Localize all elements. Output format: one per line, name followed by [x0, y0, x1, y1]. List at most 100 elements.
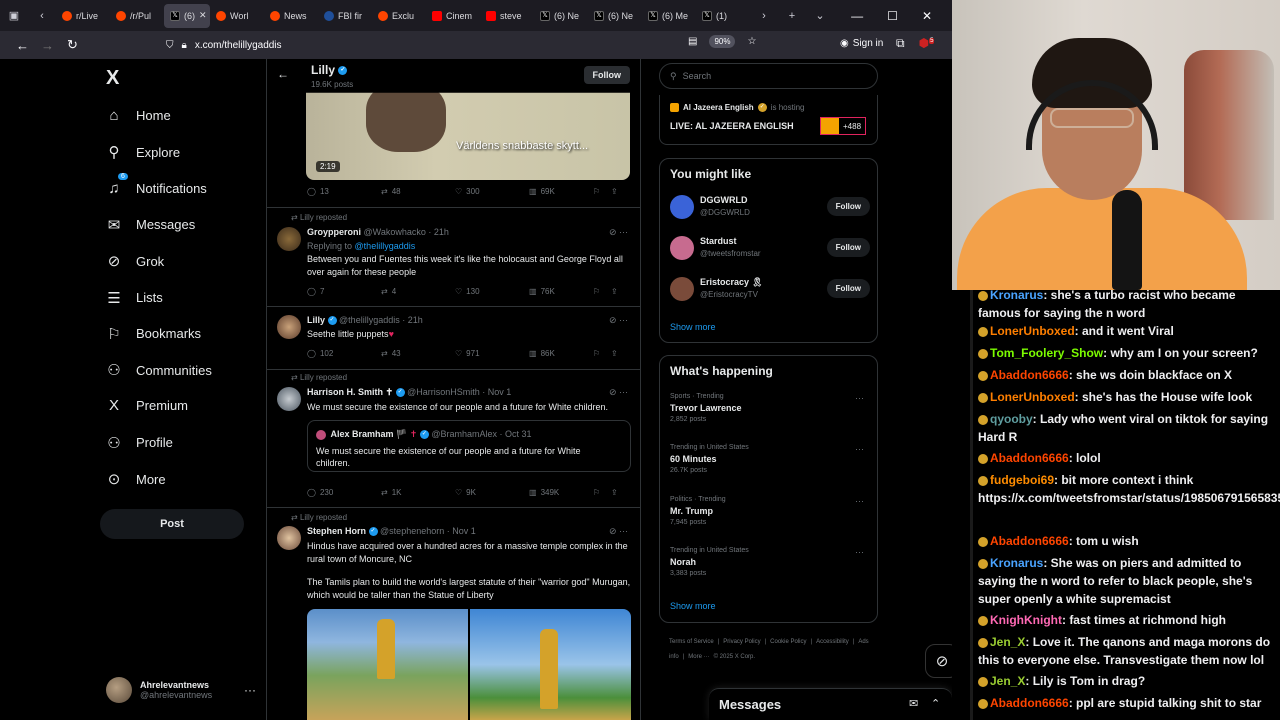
follow-button[interactable]: Follow [826, 197, 870, 216]
search-input[interactable]: ⚲ Search [659, 63, 878, 89]
scroll-tabs-left-icon[interactable]: ‹ [28, 10, 56, 22]
chat-username[interactable]: LonerUnboxed [990, 390, 1075, 404]
like-action[interactable]: ♡ 9K [455, 488, 529, 497]
statue-image[interactable] [470, 609, 631, 720]
scroll-tabs-right-icon[interactable]: › [750, 10, 778, 22]
url-bar[interactable]: ⛉ 🔒︎ x.com/thelillygaddis [160, 34, 760, 56]
more-dots-icon[interactable]: ··· [855, 547, 864, 557]
browser-tab[interactable]: Cinem [426, 4, 480, 28]
nav-item-home[interactable]: ⌂ Home [106, 107, 170, 124]
tweet-more-icon[interactable]: ⊘ ··· [609, 315, 628, 326]
avatar[interactable] [670, 195, 694, 219]
avatar[interactable] [277, 227, 301, 251]
avatar[interactable] [277, 315, 301, 339]
chat-username[interactable]: LonerUnboxed [990, 324, 1075, 338]
nav-item-more[interactable]: ⊙ More [106, 470, 166, 488]
trend-item[interactable]: Trending in United States 60 Minutes 26.7K… [670, 444, 870, 474]
chat-username[interactable]: fudgeboi69 [990, 473, 1054, 487]
bookmark-icon[interactable]: ⚐ [593, 287, 611, 296]
tweet-more-icon[interactable]: ⊘ ··· [609, 387, 628, 398]
like-action[interactable]: ♡ 971 [455, 349, 529, 358]
browser-tab[interactable]: News [264, 4, 318, 28]
nav-item-premium[interactable]: X Premium [106, 397, 188, 414]
author-handle[interactable]: @stephenehorn · Nov 1 [380, 526, 476, 536]
chat-username[interactable]: qyooby [990, 412, 1033, 426]
nav-item-communities[interactable]: ⚇ Communities [106, 361, 212, 379]
chat-username[interactable]: KnighKnight [990, 613, 1062, 627]
browser-tab[interactable]: /r/Pul [110, 4, 164, 28]
chat-username[interactable]: Abaddon6666 [990, 696, 1069, 710]
browser-tab[interactable]: 𝕏 (6) Ne [534, 4, 588, 28]
footer-link[interactable]: © 2025 X Corp. [714, 654, 755, 660]
footer-link[interactable]: Accessibility [816, 639, 849, 645]
bookmark-icon[interactable]: ⚐ [593, 187, 611, 196]
nav-item-explore[interactable]: ⚲ Explore [106, 143, 181, 161]
close-window-icon[interactable]: ✕ [922, 9, 932, 23]
bookmark-icon[interactable]: ⚐ [593, 349, 611, 358]
back-arrow-icon[interactable]: ← [277, 67, 289, 81]
avatar[interactable] [277, 387, 301, 411]
video-player[interactable]: Världens snabbaste skytt... 2:19 [306, 92, 630, 180]
live-space-card[interactable]: Al Jazeera English ✓ is hosting LIVE: AL… [659, 95, 878, 145]
nav-item-messages[interactable]: ✉ Messages [106, 216, 196, 234]
author-handle[interactable]: @thelillygaddis · 21h [339, 315, 423, 325]
trend-item[interactable]: Politics · Trending Mr. Trump 7,945 posts ·… [670, 496, 870, 526]
nav-item-grok[interactable]: ⊘ Grok [106, 252, 164, 270]
more-dots-icon[interactable]: ··· [855, 496, 864, 506]
repost-action[interactable]: ⇄ 1K [381, 488, 455, 497]
maximize-icon[interactable]: ☐ [887, 9, 898, 23]
tweet-more-icon[interactable]: ⊘ ··· [609, 227, 628, 238]
author-handle[interactable]: @Wakowhacko · 21h [364, 227, 449, 237]
like-action[interactable]: ♡ 130 [455, 287, 529, 296]
footer-link[interactable]: Terms of Service [669, 639, 714, 645]
new-tab-icon[interactable]: + [778, 10, 806, 22]
footer-link[interactable]: More ··· [688, 654, 709, 660]
chat-username[interactable]: Jen_X [990, 674, 1025, 688]
minimize-icon[interactable]: — [851, 9, 863, 23]
reader-view-icon[interactable]: ▤ [688, 36, 697, 47]
chat-username[interactable]: Tom_Foolery_Show [990, 346, 1103, 360]
browser-tab[interactable]: Worl [210, 4, 264, 28]
x-logo[interactable]: X [106, 67, 119, 90]
browser-tab[interactable]: r/Live [56, 4, 110, 28]
close-tab-icon[interactable]: ✕ [199, 10, 207, 21]
reply-action[interactable]: ◯ 102 [307, 349, 381, 358]
suggestion-row[interactable]: Eristocracy 🎗 @EristocracyTV Follow [670, 275, 870, 303]
avatar[interactable] [277, 526, 301, 550]
ublock-icon[interactable]: ⬢5 [919, 36, 935, 51]
views-action[interactable]: ▥ 76K [529, 287, 593, 296]
messages-drawer[interactable]: Messages ✉ ⌃ [709, 688, 952, 720]
bookmark-icon[interactable]: ⚐ [593, 488, 611, 497]
tab-list-icon[interactable]: ▣ [0, 9, 28, 22]
bookmark-star-icon[interactable]: ☆ [747, 36, 756, 47]
account-switcher[interactable]: Ahrelevantnews @ahrelevantnews ··· [106, 677, 256, 703]
sign-in-button[interactable]: ◉ Sign in [840, 38, 883, 49]
url-text[interactable]: x.com/thelillygaddis [195, 40, 282, 51]
more-dots-icon[interactable]: ··· [244, 683, 256, 697]
zoom-level[interactable]: 90% [709, 35, 736, 48]
repost-action[interactable]: ⇄ 4 [381, 287, 455, 296]
browser-tab[interactable]: 𝕏 (6) Ne [588, 4, 642, 28]
shield-icon[interactable]: ⛉ [166, 40, 174, 51]
footer-link[interactable]: Cookie Policy [770, 639, 806, 645]
trend-item[interactable]: Sports · Trending Trevor Lawrence 2,852 po… [670, 393, 870, 423]
repost-action[interactable]: ⇄ 43 [381, 349, 455, 358]
author-handle[interactable]: @HarrisonHSmith · Nov 1 [407, 387, 511, 397]
views-action[interactable]: ▥ 349K [529, 488, 593, 497]
more-dots-icon[interactable]: ··· [855, 393, 864, 403]
follow-button[interactable]: Follow [583, 66, 630, 84]
reply-action[interactable]: ◯ 7 [307, 287, 381, 296]
avatar[interactable] [670, 277, 694, 301]
browser-tab[interactable]: FBI fir [318, 4, 372, 28]
back-icon[interactable]: ← [10, 38, 35, 53]
grok-fab-icon[interactable]: ⊘ [925, 644, 952, 678]
tab-overflow-icon[interactable]: ⌄ [806, 9, 834, 22]
lock-icon[interactable]: 🔒︎ [182, 40, 187, 51]
repost-action[interactable]: ⇄ 48 [381, 187, 455, 196]
more-dots-icon[interactable]: ··· [855, 444, 864, 454]
views-action[interactable]: ▥ 69K [529, 187, 593, 196]
nav-item-bookmarks[interactable]: ⚐ Bookmarks [106, 325, 201, 343]
new-message-icon[interactable]: ✉ [909, 697, 918, 710]
chat-username[interactable]: Kronarus [990, 556, 1043, 570]
views-action[interactable]: ▥ 86K [529, 349, 593, 358]
